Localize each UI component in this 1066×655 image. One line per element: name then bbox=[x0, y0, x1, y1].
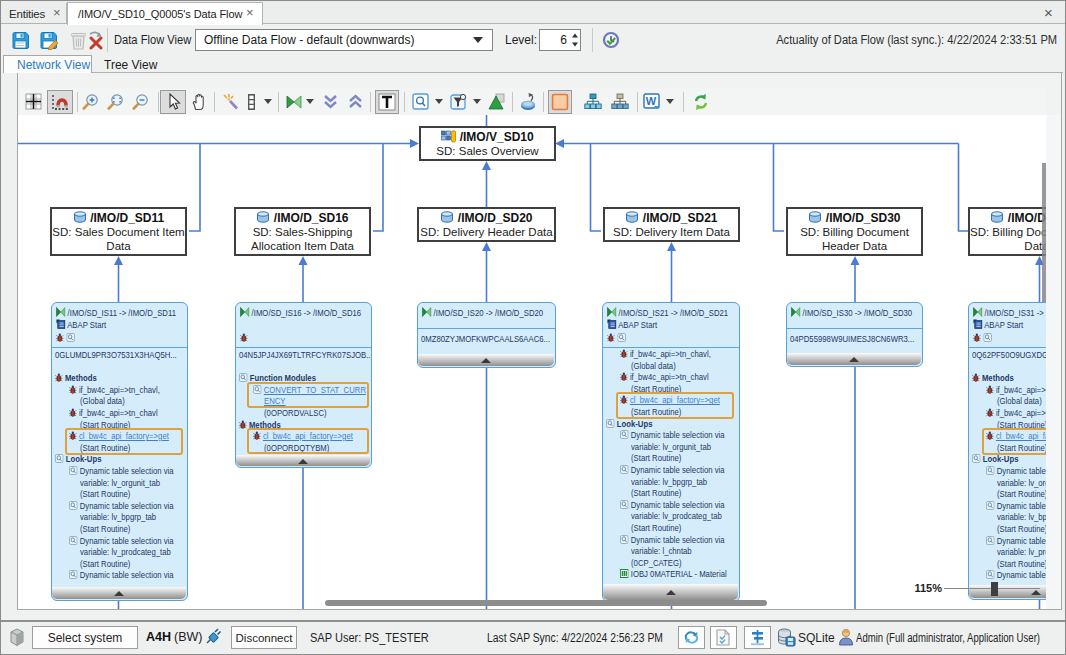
svg-text:W: W bbox=[646, 95, 657, 107]
